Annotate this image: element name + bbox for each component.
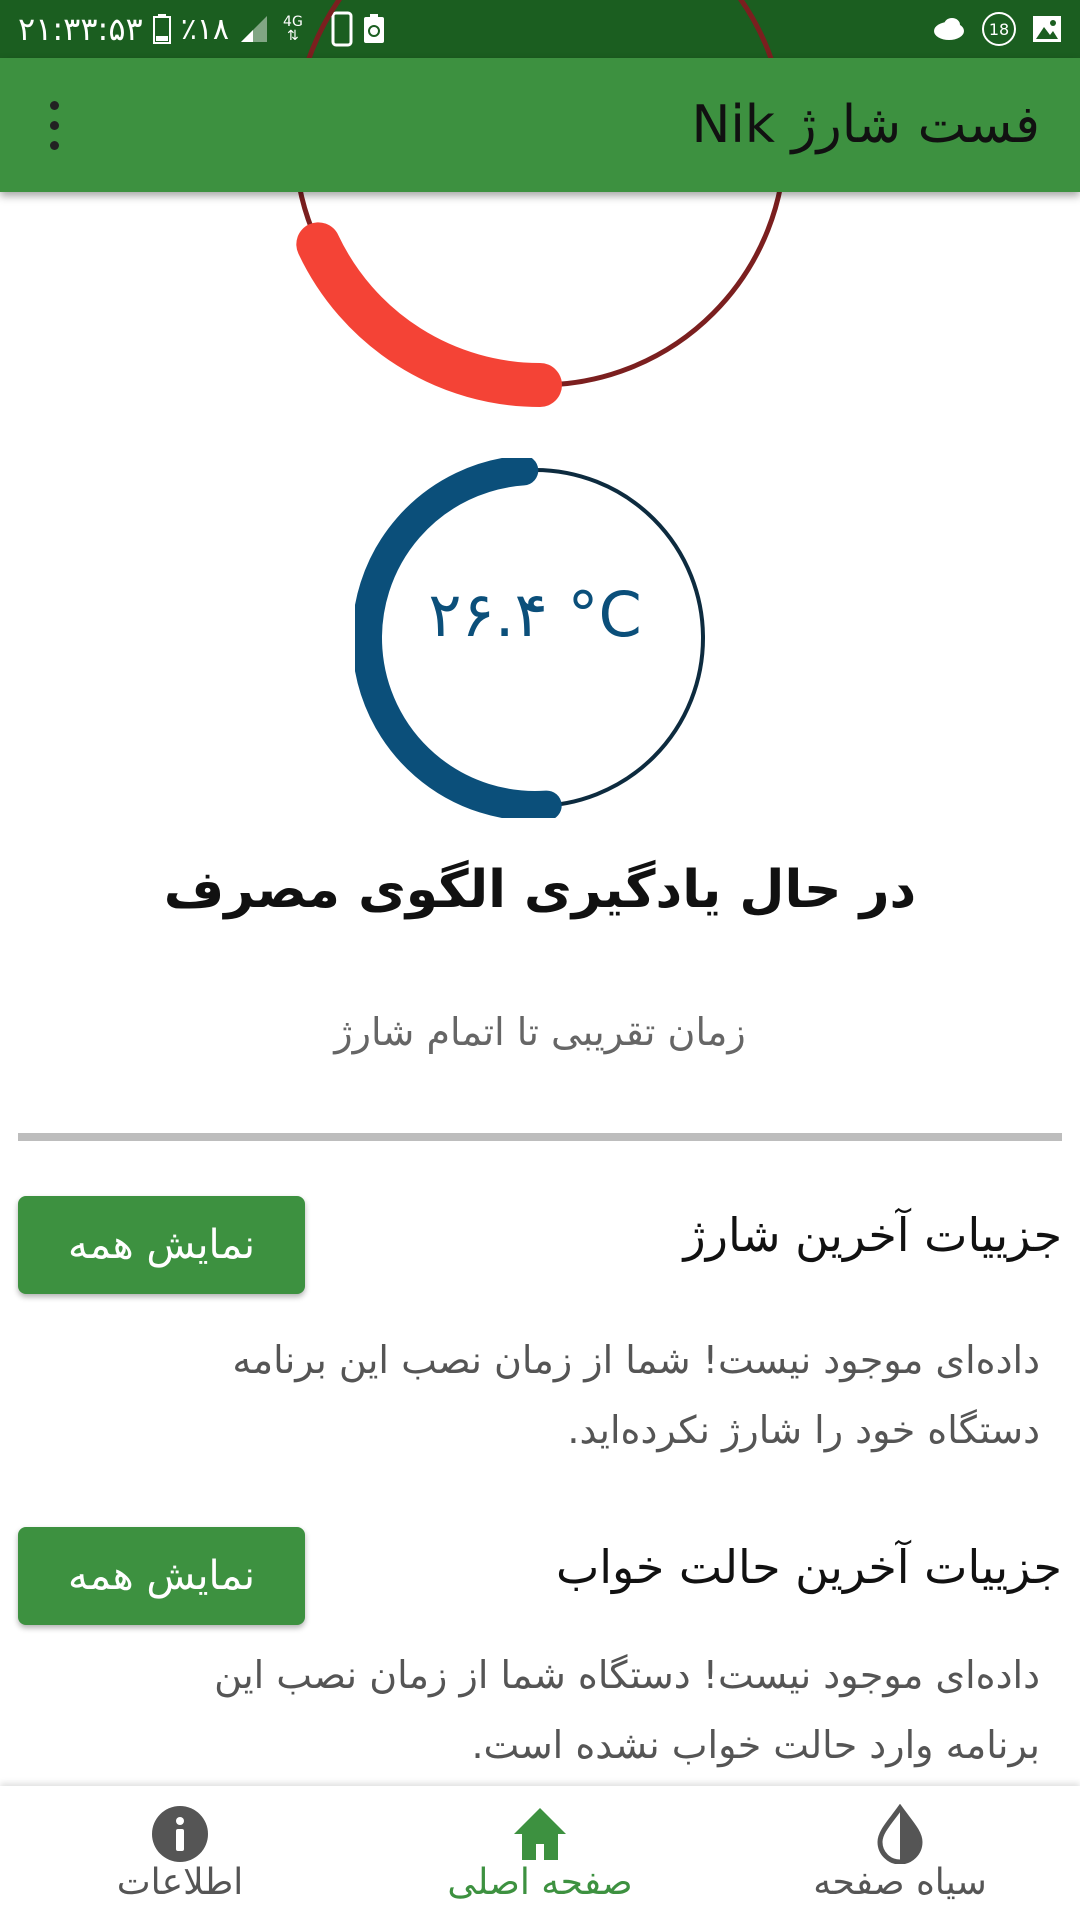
last-sleep-message: داده‌ای موجود نیست! دستگاه شما از زمان ن… — [140, 1640, 1040, 1780]
learning-status: در حال یادگیری الگوی مصرف — [163, 860, 917, 920]
app-title: فست شارژ Nik — [691, 95, 1040, 155]
last-charge-message-line2: دستگاه خود را شارژ نکرده‌اید. — [567, 1408, 1040, 1452]
last-sleep-title: جزییات آخرین حالت خواب — [555, 1540, 1062, 1594]
last-sleep-message-line2: برنامه وارد حالت خواب نشده است. — [471, 1723, 1040, 1767]
app-bar: فست شارژ Nik — [0, 58, 1080, 192]
last-charge-message: داده‌ای موجود نیست! شما از زمان نصب این … — [140, 1325, 1040, 1465]
nav-label-info: اطلاعات — [116, 1862, 244, 1903]
divider — [18, 1133, 1062, 1141]
contrast-drop-icon — [877, 1804, 923, 1864]
last-charge-show-all-button[interactable]: نمایش همه — [18, 1196, 305, 1294]
charge-gauge-fill — [296, 222, 562, 407]
temperature-value: ۲۶.۴ °C — [428, 578, 642, 651]
nav-item-home[interactable]: صفحه اصلی — [390, 1786, 690, 1920]
info-icon — [152, 1806, 208, 1862]
charge-eta-label: زمان تقریبی تا اتمام شارژ — [334, 1010, 746, 1054]
nav-label-home: صفحه اصلی — [447, 1862, 633, 1903]
last-sleep-show-all-button[interactable]: نمایش همه — [18, 1527, 305, 1625]
last-sleep-message-line1: داده‌ای موجود نیست! دستگاه شما از زمان ن… — [214, 1653, 1040, 1697]
bottom-navigation: اطلاعات صفحه اصلی سیاه صفحه — [0, 1786, 1080, 1920]
nav-item-info[interactable]: اطلاعات — [30, 1786, 330, 1920]
home-icon — [514, 1808, 566, 1860]
last-charge-title: جزییات آخرین شارژ — [683, 1208, 1062, 1262]
nav-label-dark-screen: سیاه صفحه — [813, 1862, 987, 1903]
last-charge-message-line1: داده‌ای موجود نیست! شما از زمان نصب این … — [232, 1338, 1040, 1382]
overflow-menu-icon[interactable] — [34, 95, 74, 155]
nav-item-dark-screen[interactable]: سیاه صفحه — [750, 1786, 1050, 1920]
